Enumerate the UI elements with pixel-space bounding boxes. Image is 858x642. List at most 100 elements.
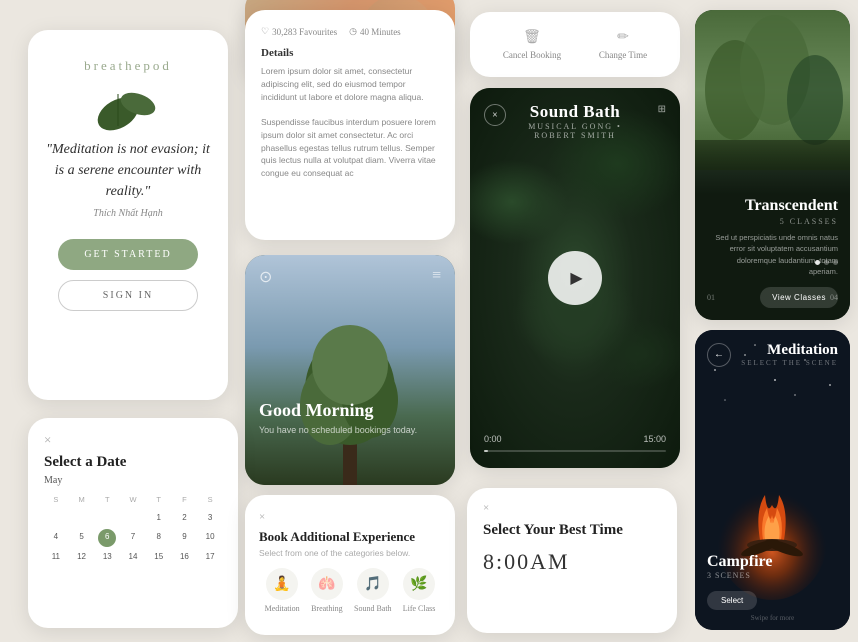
cal-header-mon: M (70, 492, 94, 508)
scenes-count: 3 SCENES (707, 571, 772, 580)
calendar-month: May (44, 475, 222, 486)
dot-3 (833, 260, 838, 265)
soundbath-title-block: Sound Bath MUSICAL GONG • ROBERT SMITH (523, 102, 628, 140)
soundbath-close-button[interactable]: × (484, 104, 506, 126)
cal-day[interactable]: 3 (198, 510, 222, 527)
soundbath-header: × Sound Bath MUSICAL GONG • ROBERT SMITH… (470, 88, 680, 132)
sign-in-button[interactable]: SIGN IN (58, 280, 198, 311)
progress-bar: 0:00 15:00 (484, 434, 666, 452)
progress-track[interactable] (484, 450, 666, 452)
slide-start: 01 (707, 293, 715, 302)
play-button[interactable] (548, 251, 602, 305)
calendar-grid: S M T W T F S 1 2 3 4 5 6 7 8 9 10 11 12 (44, 492, 222, 566)
cal-day[interactable] (95, 510, 119, 527)
cal-day[interactable]: 11 (44, 549, 68, 566)
book-subtitle: Select from one of the categories below. (259, 548, 441, 558)
author-text: Thích Nhất Hạnh (93, 208, 162, 219)
calendar-card: × Select a Date May S M T W T F S 1 2 3 … (28, 418, 238, 628)
cal-header-tue: T (95, 492, 119, 508)
book-experience-card: × Book Additional Experience Select from… (245, 495, 455, 635)
current-time: 0:00 (484, 434, 502, 444)
expand-icon[interactable]: ⊞ (658, 104, 666, 115)
meditation-icon: 🧘 (266, 568, 298, 600)
cal-today[interactable]: 6 (98, 529, 116, 547)
transcendent-classes: 5 CLASSES (707, 217, 838, 226)
morning-subtitle: You have no scheduled bookings today. (259, 425, 417, 435)
cal-day[interactable]: 2 (173, 510, 197, 527)
morning-header: ⊙ ≡ (259, 267, 441, 287)
cal-day[interactable] (70, 510, 94, 527)
profile-icon[interactable]: ⊙ (259, 267, 272, 287)
total-time: 15:00 (643, 434, 666, 444)
morning-title: Good Morning (259, 400, 417, 421)
cal-day[interactable]: 17 (198, 549, 222, 566)
cal-day[interactable]: 13 (95, 549, 119, 566)
category-soundbath[interactable]: 🎵 Sound Bath (354, 568, 392, 613)
trash-icon: 🗑 (523, 29, 541, 46)
get-started-button[interactable]: GET STARTED (58, 239, 198, 270)
cal-day[interactable]: 14 (121, 549, 145, 566)
breathepod-card: breathepod "Meditation is not evasion; i… (28, 30, 228, 400)
soundbath-subtitle: MUSICAL GONG • ROBERT SMITH (523, 122, 628, 140)
cal-header-wed: W (121, 492, 145, 508)
menu-icon[interactable]: ≡ (432, 267, 441, 287)
heart-icon: ♡ (261, 26, 269, 37)
soundbath-icon: 🎵 (357, 568, 389, 600)
book-close-button[interactable]: × (259, 511, 441, 523)
favourites-count: ♡ 30,283 Favourites (261, 26, 337, 37)
cal-day[interactable]: 12 (70, 549, 94, 566)
meditation-title: Meditation (741, 342, 838, 359)
details-card: ♡ 30,283 Favourites ◷ 40 Minutes Details… (245, 10, 455, 240)
cal-day[interactable]: 9 (173, 529, 197, 547)
meditation-campfire-card: ← Meditation SELECT THE SCENE Campfire 3… (695, 330, 850, 630)
cal-day[interactable]: 5 (70, 529, 94, 547)
category-breathing[interactable]: 🫁 Breathing (311, 568, 343, 613)
calendar-close-button[interactable]: × (44, 432, 222, 448)
book-title: Book Additional Experience (259, 529, 441, 545)
cal-day[interactable]: 15 (147, 549, 171, 566)
leaf-decoration (93, 84, 163, 139)
cancel-booking-button[interactable]: 🗑 Cancel Booking (503, 29, 561, 60)
cal-day[interactable]: 1 (147, 510, 171, 527)
cal-day[interactable]: 10 (198, 529, 222, 547)
morning-text: Good Morning You have no scheduled booki… (259, 400, 417, 435)
category-meditation[interactable]: 🧘 Meditation (265, 568, 300, 613)
meditation-subtitle: SELECT THE SCENE (741, 359, 838, 367)
details-heading: Details (261, 47, 439, 59)
cal-header-fri: F (173, 492, 197, 508)
cal-day[interactable]: 8 (147, 529, 171, 547)
night-sky-svg (695, 330, 850, 630)
soundbath-card: × Sound Bath MUSICAL GONG • ROBERT SMITH… (470, 88, 680, 468)
details-body: Lorem ipsum dolor sit amet, consectetur … (261, 65, 439, 180)
time-value[interactable]: 8:00AM (483, 549, 661, 575)
transcendent-card: Transcendent 5 CLASSES Sed ut perspiciat… (695, 10, 850, 320)
swipe-hint: Swipe for more (751, 614, 795, 622)
tree-svg (245, 305, 455, 485)
change-time-button[interactable]: ✏ Change Time (599, 29, 647, 60)
category-lifeclass[interactable]: 🌿 Life Class (403, 568, 436, 613)
transcendent-title: Transcendent (707, 197, 838, 215)
cal-day[interactable]: 7 (121, 529, 145, 547)
slide-numbers: 01 04 (707, 293, 838, 302)
cal-header-thu: T (147, 492, 171, 508)
progress-fill (484, 450, 488, 452)
meta-row: ♡ 30,283 Favourites ◷ 40 Minutes (261, 26, 439, 37)
time-title: Select Your Best Time (483, 522, 661, 539)
cal-day[interactable] (121, 510, 145, 527)
select-scene-button[interactable]: Select (707, 591, 757, 610)
booking-actions-card: 🗑 Cancel Booking ✏ Change Time (470, 12, 680, 77)
select-time-card: × Select Your Best Time 8:00AM (467, 488, 677, 633)
calendar-title: Select a Date (44, 454, 222, 471)
lifeclass-icon: 🌿 (403, 568, 435, 600)
cal-day[interactable]: 4 (44, 529, 68, 547)
dot-1 (815, 260, 820, 265)
back-button[interactable]: ← (707, 343, 731, 367)
transcendent-body: Sed ut perspiciatis unde omnis natus err… (707, 232, 838, 277)
campfire-label: Campfire 3 SCENES (707, 553, 772, 580)
time-close-button[interactable]: × (483, 502, 661, 514)
breathing-icon: 🫁 (311, 568, 343, 600)
cal-day[interactable]: 16 (173, 549, 197, 566)
cal-day[interactable] (44, 510, 68, 527)
soundbath-title: Sound Bath (523, 102, 628, 122)
clock-icon: ◷ (349, 26, 357, 37)
